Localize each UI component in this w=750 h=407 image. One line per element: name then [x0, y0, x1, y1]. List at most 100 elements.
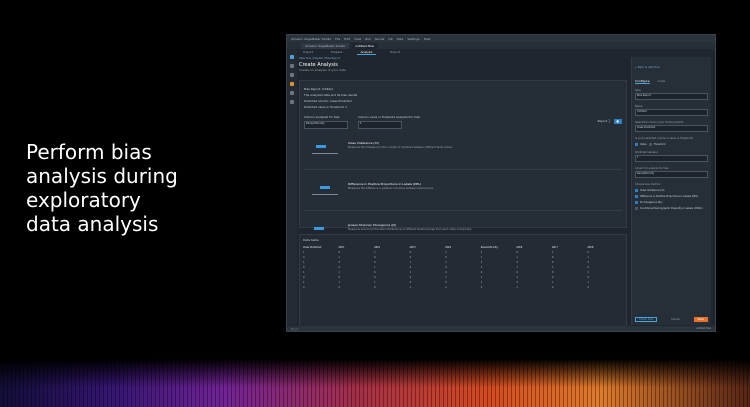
table-cell: 1 [445, 251, 447, 254]
save-button[interactable]: Save [693, 317, 708, 322]
commands-icon[interactable] [290, 91, 294, 95]
table-header-cell: Attr2 [374, 246, 381, 249]
table-cell: 0 [338, 251, 341, 254]
table-cell: 2 [480, 251, 483, 254]
tab-prepare[interactable]: Prepare [327, 49, 347, 55]
panel-tabs: Configure Code [635, 79, 708, 84]
main-content: Data flow / Prepare / Bias Report Create… [299, 57, 627, 331]
menu-file[interactable]: File [335, 37, 340, 41]
value-radio[interactable] [635, 143, 638, 146]
title-bar: Amazon SageMaker Studio File Edit View R… [287, 35, 715, 42]
check-bias-button[interactable]: Check bias [635, 317, 658, 322]
table-cell: 0 [374, 261, 376, 264]
status-right: untitled.flow [696, 327, 711, 330]
metric-checkbox[interactable]: Difference in Positive Proportions in La… [635, 195, 708, 198]
table-cell: 1 [516, 256, 518, 259]
analyze-label: Column to analyze for bias [635, 167, 669, 170]
flow-tabs: Import Prepare Analyze Export [299, 49, 629, 55]
menu-git[interactable]: Git [388, 37, 392, 41]
table-cell: 0 [445, 266, 447, 269]
git-icon[interactable] [290, 64, 294, 68]
metric-checkbox[interactable]: Class Imbalance (CI) [635, 189, 708, 192]
table-cell: 0 [374, 256, 376, 259]
status-bar: 0 ⓢ 1 untitled.flow [287, 326, 715, 331]
table-cell: 0 [303, 256, 305, 259]
metric-description: Measures how much the label distribution… [348, 228, 472, 231]
table-cell: 0 [587, 286, 589, 289]
tab-analyze[interactable]: Analyze [356, 49, 377, 55]
table-cell: 0 [551, 261, 554, 264]
threshold-radio[interactable] [648, 143, 652, 146]
table-header-cell: Attr1 [338, 246, 345, 249]
table-cell: 0 [409, 266, 412, 269]
table-cell: 1 [303, 261, 305, 264]
menu-run[interactable]: Run [365, 37, 371, 41]
table-cell: 1 [338, 271, 341, 274]
file-tab-studio[interactable]: Amazon SageMaker Studio [301, 42, 350, 49]
table-header-cell: Class Predicted [303, 246, 322, 249]
studio-window: Amazon SageMaker Studio File Edit View R… [286, 34, 716, 332]
components-icon[interactable] [290, 82, 294, 86]
table-cell: 3 [480, 261, 483, 264]
table-cell: 1 [374, 281, 376, 284]
file-tab-flow[interactable]: untitled.flow [351, 42, 378, 49]
tab-export[interactable]: Export [386, 49, 404, 55]
table-cell: 0 [409, 276, 412, 279]
metric-card: Difference in Positive Proportions in La… [304, 180, 622, 211]
menu-help[interactable]: Help [424, 37, 431, 41]
caption-line: data analysis [26, 212, 159, 236]
window-title: Amazon SageMaker Studio [291, 36, 332, 41]
table-cell: 1 [409, 271, 412, 274]
table-cell: 0 [409, 256, 412, 259]
cancel-button[interactable]: Cancel [671, 318, 679, 321]
page-description: Create an analysis of your data [299, 68, 347, 72]
table-cell: 2 [480, 271, 483, 274]
menu-view[interactable]: View [354, 37, 361, 41]
value-option-label: Value [640, 143, 647, 146]
bias-column-select[interactable]: Race/ethnicity [304, 121, 348, 129]
report-view-button[interactable]: ■ [613, 118, 622, 124]
report-line: The analyzed data and its bias results [304, 93, 358, 97]
menu-edit[interactable]: Edit [344, 37, 350, 41]
table-cell: 0 [445, 256, 447, 259]
metric-checkbox[interactable]: KL divergence (KL) [635, 201, 708, 204]
table-cell: 0 [516, 281, 518, 284]
table-cell: 1 [480, 276, 483, 279]
table-cell: 1 [374, 266, 376, 269]
menu-kernel[interactable]: Kernel [375, 37, 384, 41]
tab-import[interactable]: Import [299, 49, 317, 55]
table-cell: 1 [587, 256, 589, 259]
type-select[interactable]: Bias Report [635, 93, 708, 100]
table-cell: 1 [516, 266, 518, 269]
back-to-flow-link[interactable]: ← Back to data flow [635, 66, 708, 69]
table-header-cell: Attr3 [409, 246, 416, 249]
name-input[interactable]: Untitled [635, 109, 708, 116]
predicted-value-input[interactable]: 1 [635, 155, 708, 162]
table-cell: 0 [551, 276, 554, 279]
table-header-cell: Attr6 [516, 246, 523, 249]
threshold-option-label: Threshold [653, 143, 666, 146]
menu-settings[interactable]: Settings [407, 37, 419, 41]
report-line: Predicted value or threshold: 1 [304, 105, 348, 109]
radio-row: Value Threshold [635, 143, 708, 146]
bias-value-select[interactable]: 1 [358, 121, 402, 129]
analyze-column-select[interactable]: Race/ethnicity [635, 171, 708, 178]
table-cell: 0 [374, 276, 376, 279]
table-cell: 0 [338, 261, 341, 264]
metric-checkbox[interactable]: Conditional Demographic Disparity in Lab… [635, 207, 708, 210]
table-cell: 0 [338, 286, 341, 289]
menu-tabs[interactable]: Tabs [397, 37, 404, 41]
status-left: 0 ⓢ 1 [291, 327, 298, 331]
table-cell: 1 [303, 271, 305, 274]
breadcrumb[interactable]: Data flow / Prepare / Bias Report [299, 57, 627, 60]
predicted-value-label: Predicted value(s) [635, 151, 658, 154]
tab-configure[interactable]: Configure [635, 79, 650, 84]
predict-column-select[interactable]: Class Predicted [635, 125, 708, 132]
metric-description: Measures the imbalance in the number of … [348, 146, 453, 149]
table-cell: 0 [516, 271, 518, 274]
running-icon[interactable] [290, 73, 294, 77]
tabs-icon[interactable] [290, 100, 294, 104]
table-cell: 0 [303, 266, 305, 269]
folder-icon[interactable] [290, 55, 294, 59]
tab-code[interactable]: Code [658, 79, 666, 84]
